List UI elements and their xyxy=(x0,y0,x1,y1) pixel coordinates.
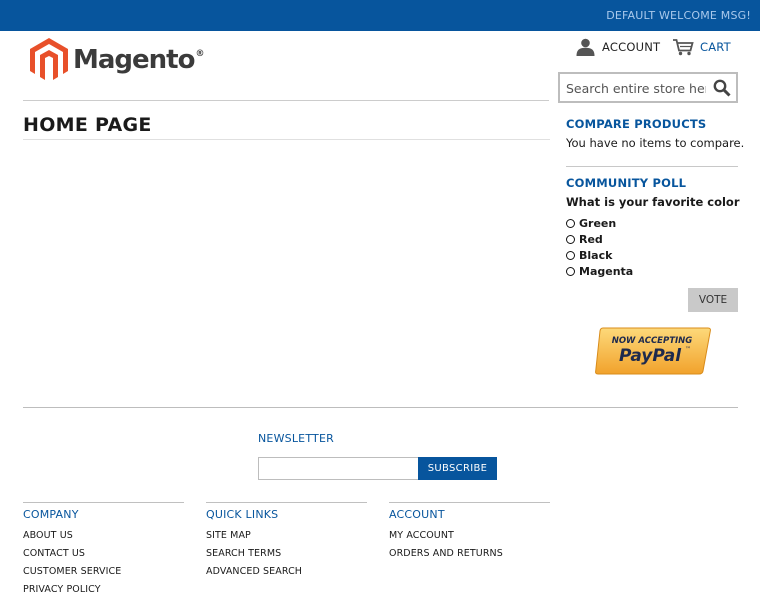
paypal-logo-icon: NOW ACCEPTING PayPal ™ xyxy=(595,327,711,375)
poll-option-label: Magenta xyxy=(579,265,634,278)
magento-logo-icon xyxy=(30,38,68,80)
footer-link-orders-and-returns[interactable]: ORDERS AND RETURNS xyxy=(389,547,550,565)
top-bar: DEFAULT WELCOME MSG! xyxy=(0,0,760,31)
cart-label: CART xyxy=(700,40,731,54)
poll-option-black[interactable]: Black xyxy=(566,249,612,262)
footer-link-about-us[interactable]: ABOUT US xyxy=(23,529,184,547)
footer-link-list: ABOUT US CONTACT US CUSTOMER SERVICE PRI… xyxy=(23,529,184,600)
user-icon xyxy=(576,38,595,56)
poll-option-green[interactable]: Green xyxy=(566,217,616,230)
radio-button[interactable] xyxy=(566,267,575,276)
footer-link-privacy-policy[interactable]: PRIVACY POLICY xyxy=(23,583,184,600)
header-divider xyxy=(23,100,549,101)
poll-option-label: Red xyxy=(579,233,603,246)
search-button[interactable] xyxy=(713,79,731,101)
footer-column-account: ACCOUNT MY ACCOUNT ORDERS AND RETURNS xyxy=(389,502,550,565)
sidebar-divider xyxy=(566,166,738,167)
store-logo[interactable]: Magento® xyxy=(30,38,204,82)
search-box xyxy=(558,72,738,103)
footer-column-title: QUICK LINKS xyxy=(206,508,279,521)
poll-option-label: Green xyxy=(579,217,617,230)
poll-option-magenta[interactable]: Magenta xyxy=(566,265,633,278)
footer-link-search-terms[interactable]: SEARCH TERMS xyxy=(206,547,367,565)
newsletter-email-input[interactable] xyxy=(258,457,419,480)
community-poll-title: COMMUNITY POLL xyxy=(566,176,687,190)
footer-column-divider xyxy=(23,502,184,503)
poll-option-label: Black xyxy=(579,249,613,262)
cart-link[interactable]: CART xyxy=(672,38,731,56)
footer-column-quick-links: QUICK LINKS SITE MAP SEARCH TERMS ADVANC… xyxy=(206,502,367,583)
radio-button[interactable] xyxy=(566,219,575,228)
poll-question: What is your favorite color xyxy=(566,195,740,209)
footer-divider xyxy=(23,407,738,408)
logo-wordmark: Magento® xyxy=(73,45,205,75)
search-input[interactable] xyxy=(566,78,706,98)
compare-empty-text: You have no items to compare. xyxy=(566,136,745,150)
title-divider xyxy=(23,139,550,140)
paypal-badge[interactable]: NOW ACCEPTING PayPal ™ xyxy=(594,327,712,379)
paypal-tm: ™ xyxy=(685,346,691,353)
footer-link-advanced-search[interactable]: ADVANCED SEARCH xyxy=(206,565,367,583)
newsletter-title: NEWSLETTER xyxy=(258,432,334,445)
welcome-message: DEFAULT WELCOME MSG! xyxy=(606,9,751,22)
footer-link-customer-service[interactable]: CUSTOMER SERVICE xyxy=(23,565,184,583)
footer-column-divider xyxy=(206,502,367,503)
footer-link-list: MY ACCOUNT ORDERS AND RETURNS xyxy=(389,529,550,565)
page-title: HOME PAGE xyxy=(23,114,152,136)
radio-button[interactable] xyxy=(566,251,575,260)
subscribe-button[interactable]: SUBSCRIBE xyxy=(418,457,497,480)
footer-link-site-map[interactable]: SITE MAP xyxy=(206,529,367,547)
poll-option-red[interactable]: Red xyxy=(566,233,603,246)
footer-column-divider xyxy=(389,502,550,503)
paypal-tagline: NOW ACCEPTING xyxy=(612,336,693,346)
footer-column-company: COMPANY ABOUT US CONTACT US CUSTOMER SER… xyxy=(23,502,184,600)
vote-button[interactable]: VOTE xyxy=(688,288,738,312)
cart-icon xyxy=(673,39,694,56)
footer-link-my-account[interactable]: MY ACCOUNT xyxy=(389,529,550,547)
footer-link-list: SITE MAP SEARCH TERMS ADVANCED SEARCH xyxy=(206,529,367,583)
radio-button[interactable] xyxy=(566,235,575,244)
paypal-wordmark: PayPal xyxy=(619,346,682,366)
footer-link-contact-us[interactable]: CONTACT US xyxy=(23,547,184,565)
magnifier-icon xyxy=(713,79,731,97)
footer-column-title: ACCOUNT xyxy=(389,508,445,521)
account-link[interactable]: ACCOUNT xyxy=(576,38,660,56)
account-label: ACCOUNT xyxy=(602,40,661,54)
compare-products-title: COMPARE PRODUCTS xyxy=(566,117,707,131)
footer-column-title: COMPANY xyxy=(23,508,79,521)
